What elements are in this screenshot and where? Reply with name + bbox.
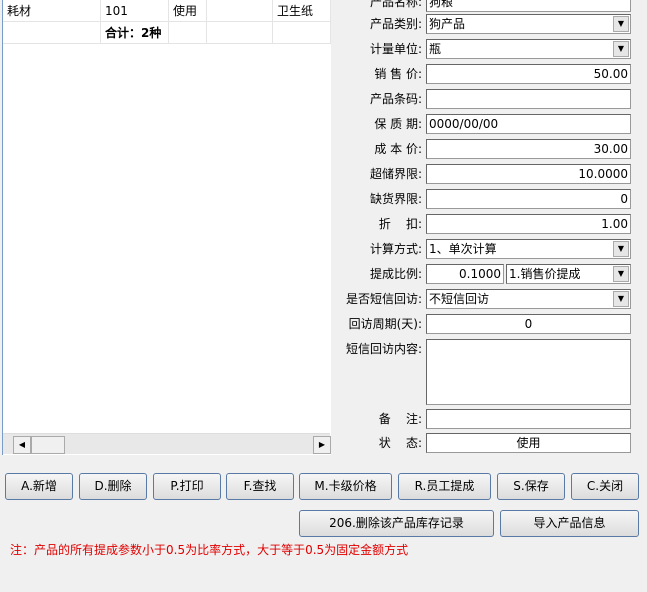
chevron-down-icon[interactable]: ▼ [613, 16, 629, 32]
calc-method-select[interactable]: 1、单次计算 ▼ [426, 239, 631, 259]
save-button[interactable]: S.保存 [497, 473, 565, 500]
name-field[interactable]: 狗粮 [426, 0, 631, 12]
unit-value: 瓶 [429, 42, 442, 56]
sms-select[interactable]: 不短信回访 ▼ [426, 289, 631, 309]
shortage-label: 缺货界限: [369, 192, 422, 206]
shelf-life-label: 保 质 期: [374, 117, 422, 131]
category-select[interactable]: 狗产品 ▼ [426, 14, 631, 34]
add-button[interactable]: A.新增 [5, 473, 73, 500]
calc-method-value: 1、单次计算 [429, 242, 497, 256]
status-label: 状 态: [378, 436, 422, 450]
close-button[interactable]: C.关闭 [571, 473, 639, 500]
sms-content-label: 短信回访内容: [345, 342, 422, 356]
price-label: 销 售 价: [374, 67, 422, 81]
cost-label: 成 本 价: [374, 142, 422, 156]
chevron-down-icon[interactable]: ▼ [613, 291, 629, 307]
barcode-label: 产品条码: [369, 92, 422, 106]
shelf-life-field[interactable]: 0000/00/00 [426, 114, 631, 134]
category-label: 产品类别: [369, 17, 422, 31]
grid-cell[interactable]: 使用 [169, 0, 207, 22]
period-field[interactable]: 0 [426, 314, 631, 334]
chevron-down-icon[interactable]: ▼ [613, 266, 629, 282]
discount-label: 折 扣: [378, 217, 422, 231]
print-button[interactable]: P.打印 [153, 473, 221, 500]
chevron-down-icon[interactable]: ▼ [613, 241, 629, 257]
grid-cell [207, 22, 273, 44]
delete-stock-record-button[interactable]: 206.删除该产品库存记录 [299, 510, 494, 537]
product-grid[interactable]: 耗材 101 使用 卫生纸 合计：2种 [2, 0, 331, 455]
remark-field[interactable] [426, 409, 631, 429]
import-product-button[interactable]: 导入产品信息 [500, 510, 639, 537]
sms-content-textarea[interactable] [426, 339, 631, 405]
unit-label: 计量单位: [369, 42, 422, 56]
grid-cell[interactable]: 卫生纸 [273, 0, 331, 22]
overstock-label: 超储界限: [369, 167, 422, 181]
horizontal-scrollbar[interactable]: ◀ ▶ [3, 433, 331, 454]
grid-cell [169, 22, 207, 44]
commission-label: 提成比例: [369, 267, 422, 281]
sms-label: 是否短信回访: [345, 292, 422, 306]
commission-field[interactable]: 0.1000 [426, 264, 504, 284]
delete-button[interactable]: D.删除 [79, 473, 147, 500]
scroll-right-icon[interactable]: ▶ [313, 436, 331, 454]
overstock-field[interactable]: 10.0000 [426, 164, 631, 184]
staff-commission-button[interactable]: R.员工提成 [398, 473, 491, 500]
chevron-down-icon[interactable]: ▼ [613, 41, 629, 57]
find-button[interactable]: F.查找 [226, 473, 294, 500]
calc-method-label: 计算方式: [369, 242, 422, 256]
grid-total: 合计：2种 [101, 22, 169, 44]
card-price-button[interactable]: M.卡级价格 [299, 473, 392, 500]
status-field[interactable]: 使用 [426, 433, 631, 453]
commission-note: 注：产品的所有提成参数小于0.5为比率方式，大于等于0.5为固定金额方式 [10, 543, 409, 557]
sms-value: 不短信回访 [429, 292, 490, 306]
price-field[interactable]: 50.00 [426, 64, 631, 84]
remark-label: 备 注: [378, 412, 422, 426]
barcode-field[interactable] [426, 89, 631, 109]
grid-cell[interactable]: 耗材 [3, 0, 101, 22]
category-value: 狗产品 [429, 17, 466, 31]
grid-cell[interactable] [207, 0, 273, 22]
scroll-thumb[interactable] [31, 436, 65, 454]
commission-type-value: 1.销售价提成 [509, 267, 581, 281]
cost-field[interactable]: 30.00 [426, 139, 631, 159]
grid-cell [273, 22, 331, 44]
commission-type-select[interactable]: 1.销售价提成 ▼ [506, 264, 631, 284]
unit-select[interactable]: 瓶 ▼ [426, 39, 631, 59]
shortage-field[interactable]: 0 [426, 189, 631, 209]
scroll-left-icon[interactable]: ◀ [13, 436, 31, 454]
discount-field[interactable]: 1.00 [426, 214, 631, 234]
name-label: 产品名称: [369, 0, 422, 9]
period-label: 回访周期(天): [348, 317, 422, 331]
grid-cell [3, 22, 101, 44]
grid-cell[interactable]: 101 [101, 0, 169, 22]
